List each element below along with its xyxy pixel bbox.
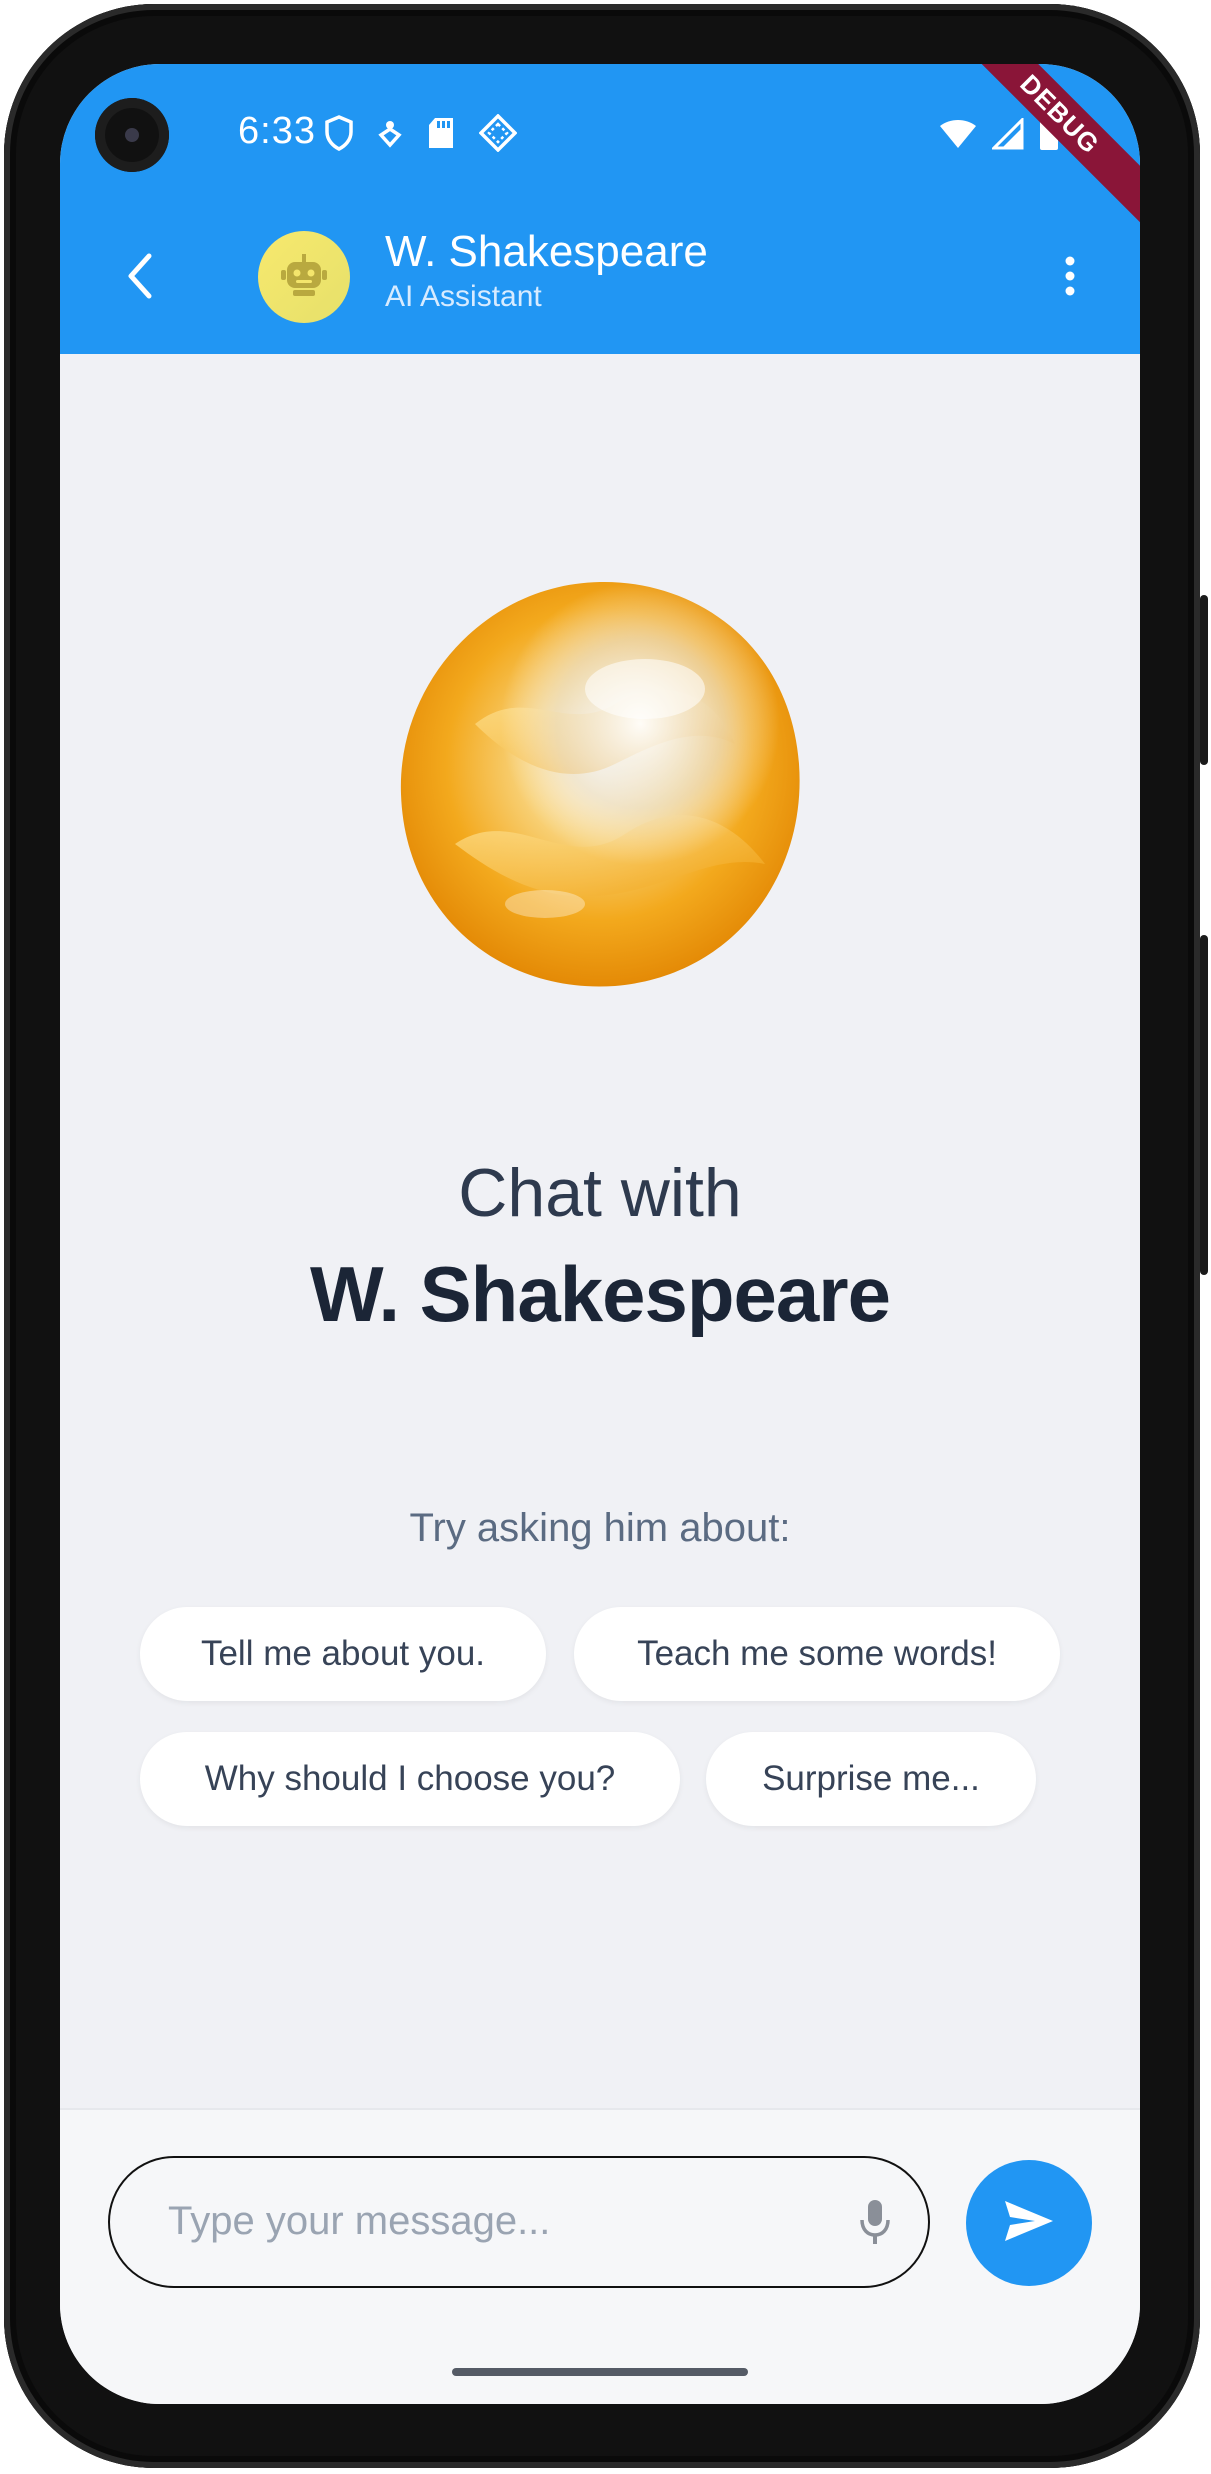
cell-signal-icon [990, 116, 1024, 155]
chat-subtitle: AI Assistant [385, 280, 542, 313]
message-input[interactable] [166, 2190, 810, 2252]
suggestion-chip[interactable]: Tell me about you. [140, 1607, 546, 1701]
wifi-icon [938, 118, 978, 155]
front-camera [95, 98, 169, 172]
app-screen: 6:33 DEBUG W. Shakespeare AI Assistant C… [60, 64, 1140, 2404]
chat-header: W. Shakespeare AI Assistant [385, 226, 708, 316]
microphone-icon [858, 2198, 892, 2251]
chat-with-label: Chat with [458, 1155, 742, 1231]
back-arrow-icon [125, 252, 155, 305]
send-button[interactable] [966, 2160, 1092, 2286]
suggestion-chip[interactable]: Why should I choose you? [140, 1732, 680, 1826]
volume-button [1200, 935, 1208, 1275]
status-left-icons [325, 113, 518, 157]
app-bar: 6:33 DEBUG W. Shakespeare AI Assistant [60, 64, 1140, 354]
back-button[interactable] [110, 248, 170, 308]
more-vert-icon [1064, 256, 1076, 301]
location-tag-icon [377, 117, 403, 154]
send-icon [1003, 2199, 1055, 2248]
suggestion-chip[interactable]: Surprise me... [706, 1732, 1036, 1826]
status-time: 6:33 [238, 110, 316, 152]
message-input-container[interactable] [108, 2156, 930, 2288]
cast-diamond-icon [478, 113, 518, 157]
robot-icon [281, 253, 327, 301]
suggestion-chip[interactable]: Teach me some words! [574, 1607, 1060, 1701]
mic-button[interactable] [850, 2196, 900, 2252]
suggestions-heading: Try asking him about: [409, 1506, 791, 1550]
home-indicator [452, 2368, 748, 2376]
more-options-button[interactable] [1050, 248, 1090, 308]
shield-icon [325, 115, 353, 156]
assistant-name-heading: W. Shakespeare [310, 1250, 891, 1338]
chat-title: W. Shakespeare [385, 227, 708, 276]
message-composer [60, 2108, 1140, 2404]
avatar[interactable] [258, 231, 350, 323]
power-button [1200, 595, 1208, 765]
sd-card-icon [427, 116, 455, 155]
assistant-orb-image [395, 574, 805, 994]
